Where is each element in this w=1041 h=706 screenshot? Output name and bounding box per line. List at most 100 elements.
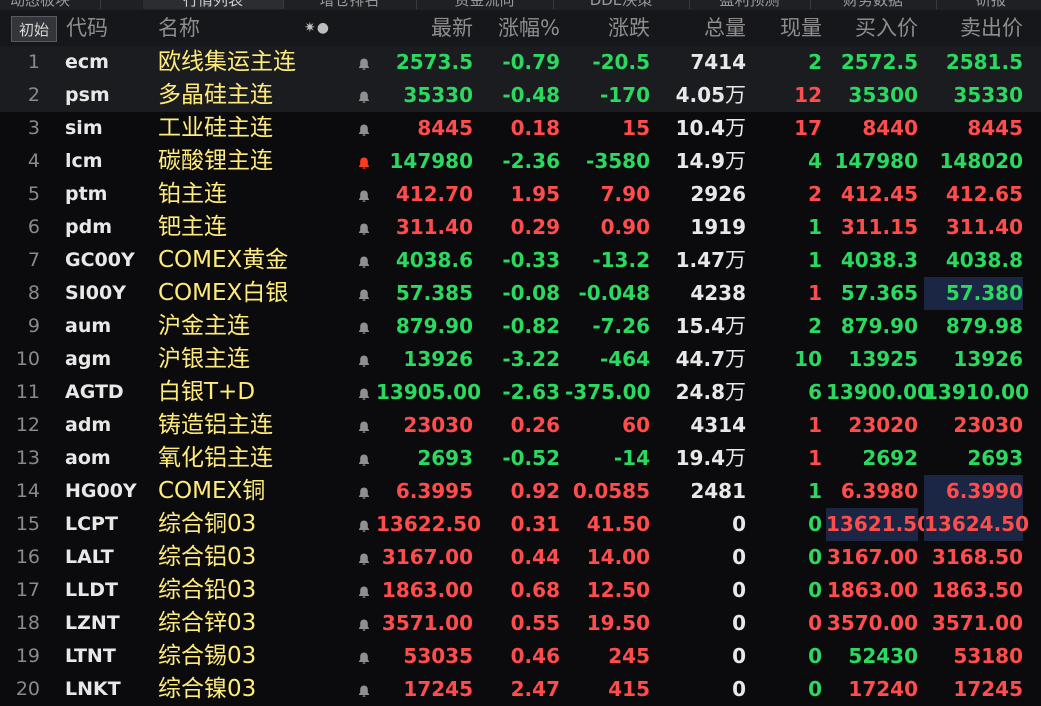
header-change-percent[interactable]: 涨幅% xyxy=(480,10,560,47)
bid-price[interactable]: 4038.3 xyxy=(826,244,918,277)
table-row[interactable]: 2 psm 多晶硅主连 35330 -0.48 -170 4.05万 12 35… xyxy=(0,79,1041,112)
table-row[interactable]: 1 ecm 欧线集运主连 2573.5 -0.79 -20.5 7414 2 2… xyxy=(0,46,1041,79)
bid-price[interactable]: 879.90 xyxy=(826,310,918,343)
ask-price[interactable]: 3571.00 xyxy=(924,607,1023,640)
header-current-volume[interactable]: 现量 xyxy=(760,10,822,47)
bid-price[interactable]: 412.45 xyxy=(826,178,918,211)
bell-icon[interactable] xyxy=(352,574,376,607)
ask-price[interactable]: 2581.5 xyxy=(924,46,1023,79)
table-row[interactable]: 15 LCPT 综合铜03 13622.50 0.31 41.50 0 0 13… xyxy=(0,508,1041,541)
header-bid-price[interactable]: 买入价 xyxy=(826,10,918,47)
tab-5[interactable]: 盈利预测 xyxy=(689,0,811,9)
bid-price[interactable]: 311.15 xyxy=(826,211,918,244)
bid-price[interactable]: 13900.00 xyxy=(826,376,931,409)
table-row[interactable]: 18 LZNT 综合锌03 3571.00 0.55 19.50 0 0 357… xyxy=(0,607,1041,640)
bid-price[interactable]: 35300 xyxy=(826,79,918,112)
table-row[interactable]: 19 LTNT 综合锡03 53035 0.46 245 0 0 52430 5… xyxy=(0,640,1041,673)
bid-price[interactable]: 52430 xyxy=(826,640,918,673)
bell-icon[interactable] xyxy=(352,607,376,640)
table-row[interactable]: 8 SI00Y COMEX白银 57.385 -0.08 -0.048 4238… xyxy=(0,277,1041,310)
table-row[interactable]: 9 aum 沪金主连 879.90 -0.82 -7.26 15.4万 2 87… xyxy=(0,310,1041,343)
bid-price[interactable]: 1863.00 xyxy=(826,574,918,607)
tab-6[interactable]: 财务数据 xyxy=(810,0,937,9)
table-row[interactable]: 11 AGTD 白银T+D 13905.00 -2.63 -375.00 24.… xyxy=(0,376,1041,409)
tab-1[interactable]: 行情列表 xyxy=(143,0,284,9)
ask-price[interactable]: 311.40 xyxy=(924,211,1023,244)
bell-active-icon[interactable] xyxy=(352,145,376,178)
ask-price[interactable]: 1863.50 xyxy=(924,574,1023,607)
ask-price[interactable]: 412.65 xyxy=(924,178,1023,211)
bell-icon[interactable] xyxy=(352,376,376,409)
table-row[interactable]: 13 aom 氧化铝主连 2693 -0.52 -14 19.4万 1 2692… xyxy=(0,442,1041,475)
bell-icon[interactable] xyxy=(352,475,376,508)
header-name[interactable]: 名称 xyxy=(158,10,200,47)
bell-icon[interactable] xyxy=(352,541,376,574)
table-row[interactable]: 20 LNKT 综合镍03 17245 2.47 415 0 0 17240 1… xyxy=(0,673,1041,706)
bell-icon[interactable] xyxy=(352,442,376,475)
table-row[interactable]: 10 agm 沪银主连 13926 -3.22 -464 44.7万 10 13… xyxy=(0,343,1041,376)
header-ask-price[interactable]: 卖出价 xyxy=(924,10,1023,47)
ask-price[interactable]: 8445 xyxy=(924,112,1023,145)
ask-price[interactable]: 13624.50 xyxy=(924,508,1029,541)
bid-price[interactable]: 147980 xyxy=(826,145,919,178)
bell-icon[interactable] xyxy=(352,343,376,376)
row-index: 13 xyxy=(15,447,40,469)
header-code[interactable]: 代码 xyxy=(66,10,108,47)
ask-price[interactable]: 35330 xyxy=(924,79,1023,112)
table-row[interactable]: 3 sim 工业硅主连 8445 0.18 15 10.4万 17 8440 8… xyxy=(0,112,1041,145)
bell-icon[interactable] xyxy=(352,211,376,244)
bell-icon[interactable] xyxy=(352,112,376,145)
table-row[interactable]: 6 pdm 钯主连 311.40 0.29 0.90 1919 1 311.15… xyxy=(0,211,1041,244)
tab-3[interactable]: 资金流向 xyxy=(416,0,554,9)
bell-icon[interactable] xyxy=(352,178,376,211)
bid-price[interactable]: 23020 xyxy=(826,409,918,442)
bid-price[interactable]: 57.365 xyxy=(826,277,918,310)
ask-price[interactable]: 3168.50 xyxy=(924,541,1023,574)
tab-4[interactable]: DDE决策 xyxy=(553,0,690,9)
bell-icon[interactable] xyxy=(352,310,376,343)
tab-2[interactable]: 增仓排名 xyxy=(283,0,417,9)
bid-price[interactable]: 2692 xyxy=(826,442,918,475)
bid-price[interactable]: 13621.50 xyxy=(826,508,931,541)
bell-icon[interactable] xyxy=(352,640,376,673)
table-row[interactable]: 14 HG00Y COMEX铜 6.3995 0.92 0.0585 2481 … xyxy=(0,475,1041,508)
bid-price[interactable]: 3167.00 xyxy=(826,541,918,574)
header-total-volume[interactable]: 总量 xyxy=(660,10,746,47)
ask-price[interactable]: 13910.00 xyxy=(924,376,1029,409)
table-row[interactable]: 17 LLDT 综合铅03 1863.00 0.68 12.50 0 0 186… xyxy=(0,574,1041,607)
bell-icon[interactable] xyxy=(352,244,376,277)
bell-icon[interactable] xyxy=(352,508,376,541)
column-tools-icon[interactable]: ✷● xyxy=(304,13,330,43)
ask-price[interactable]: 57.380 xyxy=(924,277,1023,310)
tab-7[interactable]: 研报 xyxy=(936,0,1041,9)
table-row[interactable]: 16 LALT 综合铝03 3167.00 0.44 14.00 0 0 316… xyxy=(0,541,1041,574)
bell-icon[interactable] xyxy=(352,46,376,79)
table-row[interactable]: 5 ptm 铂主连 412.70 1.95 7.90 2926 2 412.45… xyxy=(0,178,1041,211)
header-change[interactable]: 涨跌 xyxy=(565,10,650,47)
tab-0[interactable]: 动态板块 xyxy=(0,0,101,9)
table-row[interactable]: 12 adm 铸造铝主连 23030 0.26 60 4314 1 23020 … xyxy=(0,409,1041,442)
ask-price[interactable]: 2693 xyxy=(924,442,1023,475)
ask-price[interactable]: 23030 xyxy=(924,409,1023,442)
bell-icon[interactable] xyxy=(352,79,376,112)
ask-price[interactable]: 53180 xyxy=(924,640,1023,673)
bell-icon[interactable] xyxy=(352,409,376,442)
ask-price[interactable]: 17245 xyxy=(924,673,1023,706)
bid-price[interactable]: 17240 xyxy=(826,673,918,706)
table-row[interactable]: 7 GC00Y COMEX黄金 4038.6 -0.33 -13.2 1.47万… xyxy=(0,244,1041,277)
bid-price[interactable]: 3570.00 xyxy=(826,607,918,640)
bell-icon[interactable] xyxy=(352,277,376,310)
header-last-price[interactable]: 最新 xyxy=(376,10,473,47)
bid-price[interactable]: 2572.5 xyxy=(826,46,918,79)
bid-price[interactable]: 6.3980 xyxy=(826,475,918,508)
bid-price[interactable]: 13925 xyxy=(826,343,918,376)
bid-price[interactable]: 8440 xyxy=(826,112,918,145)
table-row[interactable]: 4 lcm 碳酸锂主连 147980 -2.36 -3580 14.9万 4 1… xyxy=(0,145,1041,178)
ask-price[interactable]: 879.98 xyxy=(924,310,1023,343)
bell-icon[interactable] xyxy=(352,673,376,706)
reset-button[interactable]: 初始 xyxy=(11,16,57,42)
ask-price[interactable]: 148020 xyxy=(924,145,1024,178)
ask-price[interactable]: 6.3990 xyxy=(924,475,1023,508)
ask-price[interactable]: 13926 xyxy=(924,343,1023,376)
ask-price[interactable]: 4038.8 xyxy=(924,244,1023,277)
